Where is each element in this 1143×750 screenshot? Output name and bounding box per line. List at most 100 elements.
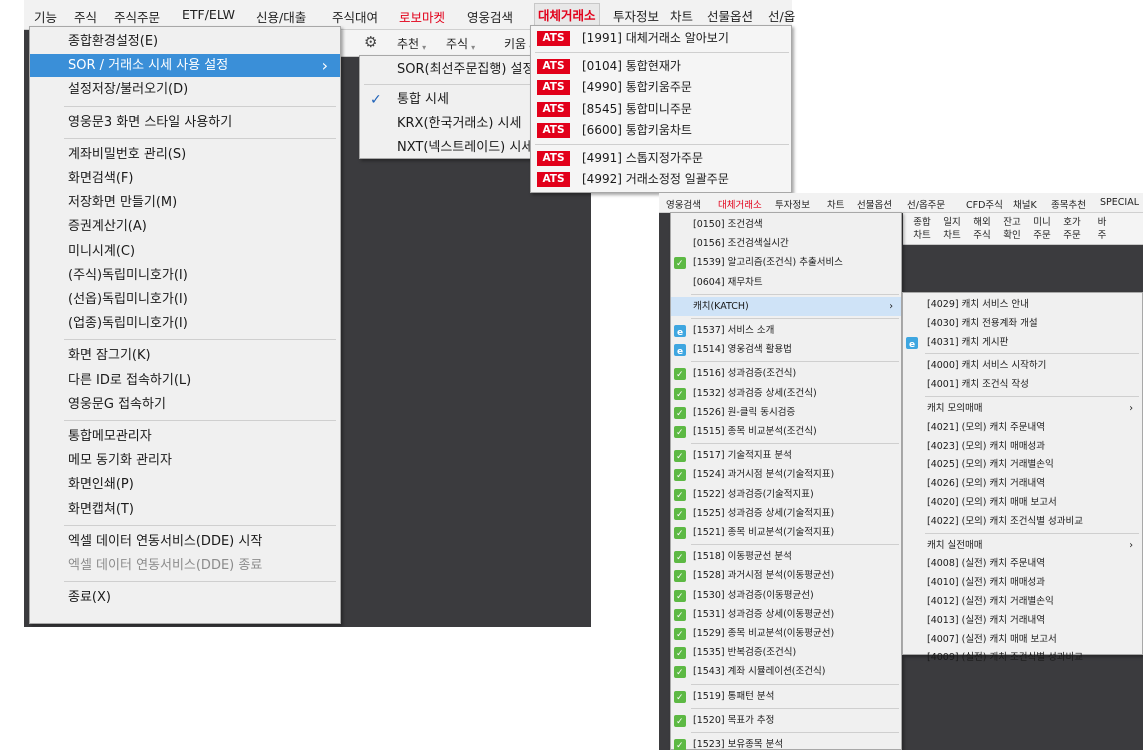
katch-menu-item[interactable]: 캐치 모의매매 ›: [903, 399, 1143, 418]
toolbar-button[interactable]: 종합 차트: [909, 216, 935, 242]
toolbar-button[interactable]: 일지 차트: [939, 216, 965, 242]
right-menubar-item-7[interactable]: 채널K: [1013, 197, 1037, 211]
katch-menu-item[interactable]: [4026] (모의) 캐치 거래내역: [903, 474, 1143, 493]
katch-menu-item[interactable]: [4022] (모의) 캐치 조건식별 성과비교: [903, 512, 1143, 531]
function-menu-item[interactable]: 저장화면 만들기(M): [30, 191, 340, 214]
condition-menu-item[interactable]: 캐치(KATCH) ›: [671, 296, 901, 316]
katch-menu-item[interactable]: [4008] (실전) 캐치 주문내역: [903, 554, 1143, 573]
condition-menu-item[interactable]: [1516] 성과검증(조건식): [671, 364, 901, 385]
menubar-item-3[interactable]: ETF/ELW: [182, 7, 235, 22]
right-menubar-item-5[interactable]: 선/옵주문: [907, 197, 945, 211]
gear-icon[interactable]: ⚙: [364, 33, 377, 51]
ats-menubar-item-0[interactable]: 대체거래소: [534, 3, 600, 26]
function-menu-item[interactable]: SOR / 거래소 시세 사용 설정 ›: [30, 54, 340, 78]
katch-menu-item[interactable]: [4007] (실전) 캐치 매매 보고서: [903, 630, 1143, 649]
function-menu-item[interactable]: 영웅문3 화면 스타일 사용하기: [30, 111, 340, 134]
right-menubar-item-0[interactable]: 영웅검색: [666, 197, 701, 211]
toolbar-button[interactable]: 호가 주문: [1059, 216, 1085, 242]
condition-menu-item[interactable]: [1526] 원-클릭 동시검증: [671, 403, 901, 424]
function-menu-item[interactable]: (업종)독립미니호가(I): [30, 312, 340, 335]
menubar-item-6[interactable]: 로보마켓: [399, 7, 445, 26]
menubar-item-5[interactable]: 주식대여: [332, 7, 378, 26]
katch-menu-item[interactable]: [4010] (실전) 캐치 매매성과: [903, 573, 1143, 592]
function-menu-item[interactable]: 통합메모관리자: [30, 425, 340, 448]
function-menu-item[interactable]: 미니시계(C): [30, 240, 340, 263]
katch-menu-item[interactable]: [4009] (실전) 캐치 조건식별 성과비교: [903, 648, 1143, 667]
ats-menu-item[interactable]: ATS [4990] 통합키움주문: [531, 77, 791, 98]
toolbar-button[interactable]: 해외 주식: [969, 216, 995, 242]
function-menu-item[interactable]: 엑셀 데이터 연동서비스(DDE) 시작: [30, 530, 340, 553]
function-menu-item[interactable]: 화면캡쳐(T): [30, 498, 340, 521]
condition-menu-item[interactable]: [1530] 성과검증(이동평균선): [671, 586, 901, 607]
toolbar-button[interactable]: 미니 주문: [1029, 216, 1055, 242]
right-menubar-item-1[interactable]: 대체거래소: [718, 197, 762, 211]
condition-menu-item[interactable]: [1532] 성과검증 상세(조건식): [671, 384, 901, 405]
katch-menu-item[interactable]: [4031] 캐치 게시판: [903, 333, 1143, 355]
ats-menu-item[interactable]: ATS [6600] 통합키움차트: [531, 120, 791, 141]
condition-menu-item[interactable]: [1522] 성과검증(기술적지표): [671, 485, 901, 506]
right-menubar-item-8[interactable]: 종목추천: [1051, 197, 1086, 211]
function-menu-item[interactable]: 설정저장/불러오기(D): [30, 78, 340, 101]
menubar-item-7[interactable]: 영웅검색: [467, 7, 513, 26]
right-menubar-item-9[interactable]: SPECIAL: [1100, 197, 1139, 208]
ats-menubar-item-4[interactable]: 선/옵: [768, 6, 795, 25]
ats-menubar-item-3[interactable]: 선물옵션: [707, 6, 753, 25]
ats-menu-item[interactable]: ATS [4992] 거래소정정 일괄주문: [531, 169, 791, 190]
katch-menu-item[interactable]: [4012] (실전) 캐치 거래별손익: [903, 592, 1143, 611]
function-menu-item[interactable]: 종합환경설정(E): [30, 30, 340, 53]
function-menu-item[interactable]: 계좌비밀번호 관리(S): [30, 143, 340, 166]
function-menu-item[interactable]: 영웅문G 접속하기: [30, 393, 340, 416]
condition-menu-item[interactable]: [1523] 보유종목 분석: [671, 735, 901, 750]
condition-menu-item[interactable]: [0604] 재무차트: [671, 273, 901, 292]
function-menu-item[interactable]: (선옵)독립미니호가(I): [30, 288, 340, 311]
katch-menu-item[interactable]: [4020] (모의) 캐치 매매 보고서: [903, 493, 1143, 512]
menubar-item-1[interactable]: 주식: [74, 7, 97, 26]
condition-menu-item[interactable]: [1515] 종목 비교분석(조건식): [671, 422, 901, 443]
ats-menu-item[interactable]: ATS [0104] 통합현재가: [531, 56, 791, 77]
condition-menu-item[interactable]: [1543] 계좌 시뮬레이션(조건식): [671, 662, 901, 683]
katch-menu-item[interactable]: [4001] 캐치 조건식 작성: [903, 375, 1143, 394]
condition-menu-item[interactable]: [1525] 성과검증 상세(기술적지표): [671, 504, 901, 525]
function-menu-item[interactable]: 화면 잠그기(K): [30, 344, 340, 367]
condition-menu-item[interactable]: [1521] 종목 비교분석(기술적지표): [671, 523, 901, 544]
condition-menu-item[interactable]: [1514] 영웅검색 활용법: [671, 340, 901, 362]
ats-menubar-item-1[interactable]: 투자정보: [613, 6, 659, 25]
condition-menu-item[interactable]: [1529] 종목 비교분석(이동평균선): [671, 624, 901, 645]
katch-menu-item[interactable]: [4030] 캐치 전용계좌 개설: [903, 314, 1143, 333]
function-menu-item[interactable]: 메모 동기화 관리자: [30, 449, 340, 472]
condition-menu-item[interactable]: [1519] 통패턴 분석: [671, 687, 901, 708]
condition-menu-item[interactable]: [1535] 반복검증(조건식): [671, 643, 901, 664]
sor-menu-item[interactable]: SOR(최선주문집행) 설정: [360, 58, 549, 82]
sor-menu-item[interactable]: ✓ 통합 시세: [360, 88, 549, 112]
condition-menu-item[interactable]: [1528] 과거시점 분석(이동평균선): [671, 566, 901, 587]
condition-menu-item[interactable]: [1537] 서비스 소개: [671, 321, 901, 343]
toolbar-kiwoom[interactable]: 키움: [504, 35, 533, 52]
condition-menu-item[interactable]: [1517] 기술적지표 분석: [671, 446, 901, 467]
menubar-item-0[interactable]: 기능: [34, 7, 57, 26]
condition-menu-item[interactable]: [0156] 조건검색실시간: [671, 234, 901, 253]
function-menu-item[interactable]: 증권계산기(A): [30, 215, 340, 238]
katch-menu-item[interactable]: [4025] (모의) 캐치 거래별손익: [903, 455, 1143, 474]
toolbar-stock[interactable]: 주식: [446, 35, 475, 52]
function-menu-item[interactable]: 화면검색(F): [30, 167, 340, 190]
right-menubar-item-2[interactable]: 투자정보: [775, 197, 810, 211]
condition-menu-item[interactable]: [1539] 알고리즘(조건식) 추출서비스: [671, 253, 901, 274]
condition-menu-item[interactable]: [1524] 과거시점 분석(기술적지표): [671, 465, 901, 486]
katch-menu-item[interactable]: [4013] (실전) 캐치 거래내역: [903, 611, 1143, 630]
condition-menu-item[interactable]: [1518] 이동평균선 분석: [671, 547, 901, 568]
condition-menu-item[interactable]: [0150] 조건검색: [671, 215, 901, 234]
ats-menu-item[interactable]: ATS [8545] 통합미니주문: [531, 99, 791, 120]
katch-menu-item[interactable]: [4021] (모의) 캐치 주문내역: [903, 418, 1143, 437]
ats-menu-item[interactable]: ATS [1991] 대체거래소 알아보기: [531, 28, 791, 49]
katch-menu-item[interactable]: [4029] 캐치 서비스 안내: [903, 295, 1143, 314]
toolbar-recommend[interactable]: 추천: [397, 35, 426, 52]
function-menu-item[interactable]: 화면인쇄(P): [30, 473, 340, 496]
ats-menu-item[interactable]: ATS [4991] 스톱지정가주문: [531, 148, 791, 169]
toolbar-button[interactable]: 잔고 확인: [999, 216, 1025, 242]
condition-menu-item[interactable]: [1520] 목표가 추정: [671, 711, 901, 732]
function-menu-item[interactable]: 종료(X): [30, 586, 340, 609]
function-menu-item[interactable]: 다른 ID로 접속하기(L): [30, 369, 340, 392]
menubar-item-2[interactable]: 주식주문: [114, 7, 160, 26]
sor-menu-item[interactable]: NXT(넥스트레이드) 시세: [360, 136, 549, 160]
katch-menu-item[interactable]: 캐치 실전매매 ›: [903, 536, 1143, 555]
